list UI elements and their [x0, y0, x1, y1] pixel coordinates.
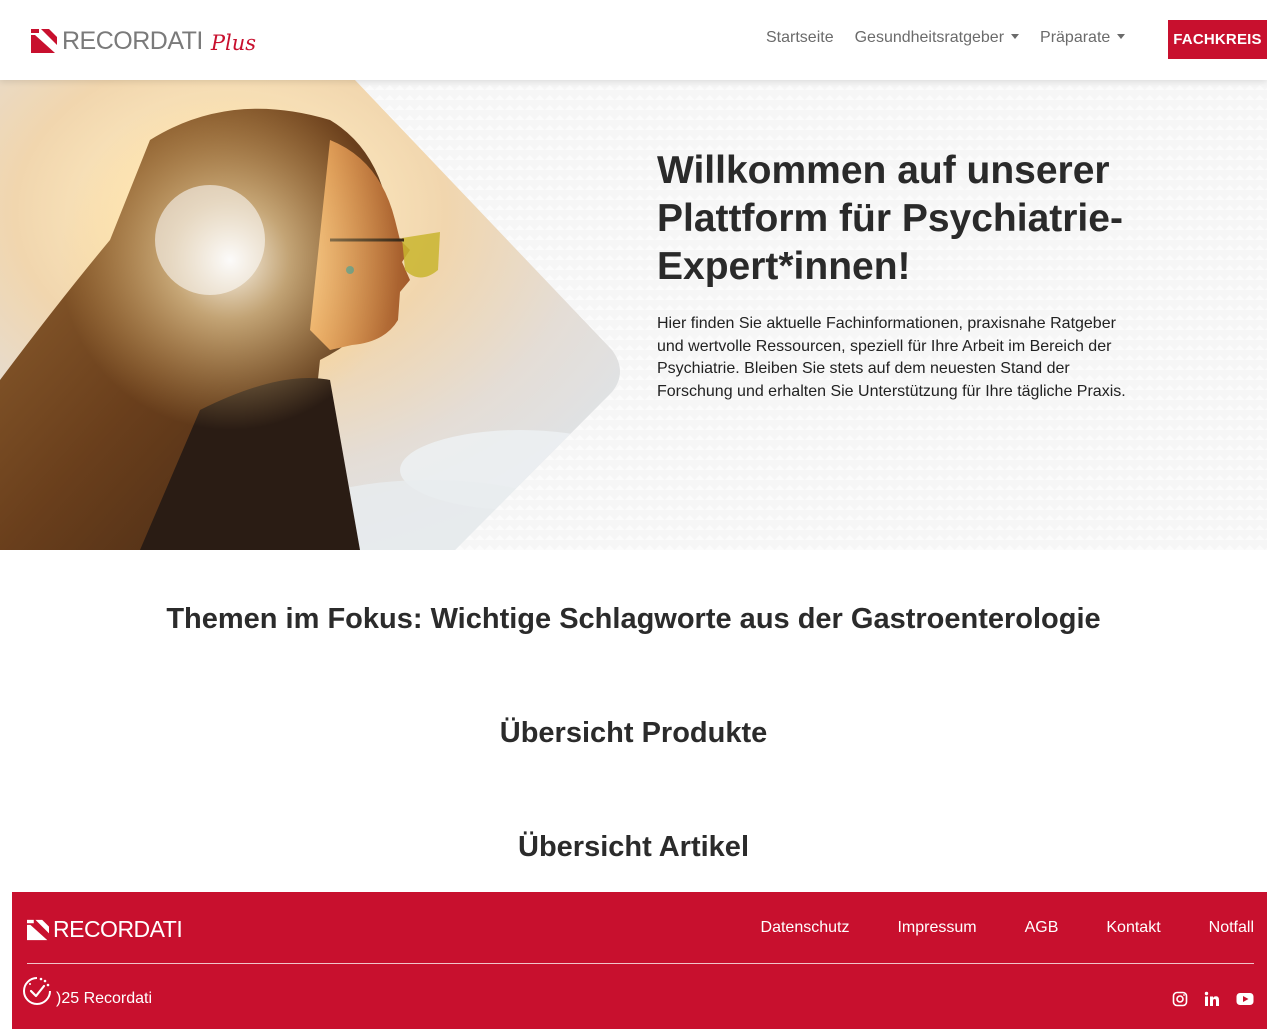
- recordati-logo-icon: [27, 919, 49, 940]
- hero-image: [0, 80, 620, 550]
- social-links: [1156, 991, 1254, 1007]
- nav-startseite-label: Startseite: [766, 29, 834, 46]
- logo-brand-text: RECORDATI: [62, 26, 203, 55]
- articles-heading: Übersicht Artikel: [518, 831, 749, 863]
- hero-text: Willkommen auf unserer Plattform für Psy…: [657, 147, 1137, 403]
- footer-brand-text: RECORDATI: [53, 916, 183, 942]
- cookie-consent-icon[interactable]: [21, 975, 53, 1007]
- nav-gesundheitsratgeber-label: Gesundheitsratgeber: [854, 29, 1005, 46]
- nav-praeparate[interactable]: Präparate: [1040, 29, 1126, 47]
- chevron-down-icon: [1011, 34, 1020, 39]
- hero-section: Willkommen auf unserer Plattform für Psy…: [0, 80, 1267, 550]
- nav-gesundheitsratgeber[interactable]: Gesundheitsratgeber: [854, 29, 1020, 47]
- navbar: RECORDATI Plus Startseite Gesundheitsrat…: [0, 0, 1267, 80]
- main-nav: Startseite Gesundheitsratgeber Präparate: [766, 29, 1146, 47]
- footer-links: Datenschutz Impressum AGB Kontakt Notfal…: [713, 919, 1254, 937]
- footer-link-notfall[interactable]: Notfall: [1209, 919, 1254, 937]
- footer-link-kontakt[interactable]: Kontakt: [1106, 919, 1160, 937]
- youtube-icon[interactable]: [1236, 992, 1254, 1006]
- copyright-text: )25 Recordati: [56, 990, 153, 1007]
- nav-praeparate-label: Präparate: [1040, 29, 1111, 46]
- footer: RECORDATI Datenschutz Impressum AGB Kont…: [12, 892, 1267, 1029]
- nav-startseite[interactable]: Startseite: [766, 29, 834, 47]
- logo-plus-text: Plus: [210, 31, 257, 55]
- chevron-down-icon: [1117, 34, 1126, 39]
- linkedin-icon[interactable]: [1204, 991, 1220, 1007]
- recordati-plus-logo[interactable]: RECORDATI Plus: [31, 27, 256, 55]
- footer-divider: [27, 963, 1254, 964]
- fachkreis-button[interactable]: FACHKREIS: [1168, 20, 1267, 59]
- footer-logo[interactable]: RECORDATI: [27, 916, 183, 943]
- footer-link-agb[interactable]: AGB: [1025, 919, 1059, 937]
- products-heading: Übersicht Produkte: [499, 717, 768, 749]
- recordati-logo-icon: [31, 29, 57, 53]
- hero-description: Hier finden Sie aktuelle Fachinformation…: [657, 315, 1126, 400]
- hero-title: Willkommen auf unserer Plattform für Psy…: [657, 149, 1123, 288]
- topics-heading: Themen im Fokus: Wichtige Schlagworte au…: [166, 603, 1101, 635]
- footer-link-impressum[interactable]: Impressum: [897, 919, 976, 937]
- instagram-icon[interactable]: [1172, 991, 1188, 1007]
- footer-link-datenschutz[interactable]: Datenschutz: [761, 919, 850, 937]
